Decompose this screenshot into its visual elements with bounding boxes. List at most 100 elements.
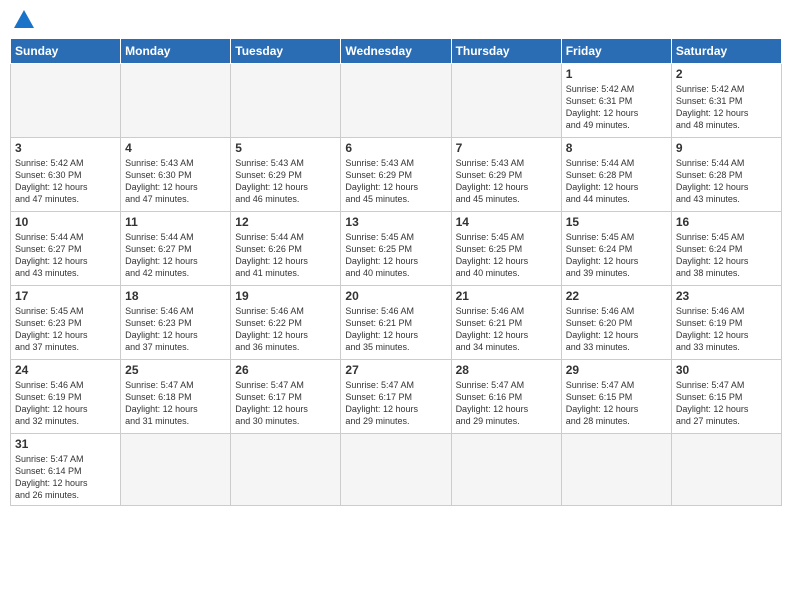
day-number: 13 — [345, 215, 446, 229]
day-number: 7 — [456, 141, 557, 155]
col-header-sunday: Sunday — [11, 39, 121, 64]
day-info: Sunrise: 5:44 AM Sunset: 6:26 PM Dayligh… — [235, 231, 336, 280]
calendar-cell: 19Sunrise: 5:46 AM Sunset: 6:22 PM Dayli… — [231, 286, 341, 360]
day-info: Sunrise: 5:45 AM Sunset: 6:24 PM Dayligh… — [676, 231, 777, 280]
day-number: 21 — [456, 289, 557, 303]
day-info: Sunrise: 5:47 AM Sunset: 6:15 PM Dayligh… — [566, 379, 667, 428]
calendar-cell: 20Sunrise: 5:46 AM Sunset: 6:21 PM Dayli… — [341, 286, 451, 360]
calendar-cell: 25 Sunrise: 5:47 AM Sunset: 6:18 PM Dayli… — [121, 360, 231, 434]
calendar-table: SundayMondayTuesdayWednesdayThursdayFrid… — [10, 38, 782, 506]
logo — [10, 10, 34, 30]
calendar-cell — [231, 64, 341, 138]
calendar-cell: 4 Sunrise: 5:43 AM Sunset: 6:30 PM Daylig… — [121, 138, 231, 212]
calendar-cell: 9Sunrise: 5:44 AM Sunset: 6:28 PM Daylig… — [671, 138, 781, 212]
day-number: 28 — [456, 363, 557, 377]
day-info: Sunrise: 5:43 AM Sunset: 6:29 PM Dayligh… — [235, 157, 336, 206]
calendar-cell — [671, 434, 781, 506]
day-number: 2 — [676, 67, 777, 81]
day-number: 8 — [566, 141, 667, 155]
day-info: Sunrise: 5:46 AM Sunset: 6:21 PM Dayligh… — [456, 305, 557, 354]
day-info: Sunrise: 5:45 AM Sunset: 6:25 PM Dayligh… — [345, 231, 446, 280]
col-header-monday: Monday — [121, 39, 231, 64]
day-info: Sunrise: 5:47 AM Sunset: 6:15 PM Dayligh… — [676, 379, 777, 428]
calendar-cell: 6Sunrise: 5:43 AM Sunset: 6:29 PM Daylig… — [341, 138, 451, 212]
day-info: Sunrise: 5:44 AM Sunset: 6:27 PM Dayligh… — [125, 231, 226, 280]
calendar-cell — [11, 64, 121, 138]
day-number: 10 — [15, 215, 116, 229]
calendar-cell: 23 Sunrise: 5:46 AM Sunset: 6:19 PM Dayli… — [671, 286, 781, 360]
col-header-tuesday: Tuesday — [231, 39, 341, 64]
day-number: 19 — [235, 289, 336, 303]
calendar-cell: 18Sunrise: 5:46 AM Sunset: 6:23 PM Dayli… — [121, 286, 231, 360]
day-number: 29 — [566, 363, 667, 377]
calendar-cell — [341, 64, 451, 138]
day-info: Sunrise: 5:45 AM Sunset: 6:25 PM Dayligh… — [456, 231, 557, 280]
day-info: Sunrise: 5:47 AM Sunset: 6:17 PM Dayligh… — [235, 379, 336, 428]
calendar-cell: 24 Sunrise: 5:46 AM Sunset: 6:19 PM Dayli… — [11, 360, 121, 434]
day-number: 25 — [125, 363, 226, 377]
calendar-cell: 5 Sunrise: 5:43 AM Sunset: 6:29 PM Daylig… — [231, 138, 341, 212]
calendar-cell: 31Sunrise: 5:47 AM Sunset: 6:14 PM Dayli… — [11, 434, 121, 506]
calendar-cell: 27 Sunrise: 5:47 AM Sunset: 6:17 PM Dayli… — [341, 360, 451, 434]
page-header — [10, 10, 782, 30]
col-header-wednesday: Wednesday — [341, 39, 451, 64]
day-info: Sunrise: 5:47 AM Sunset: 6:17 PM Dayligh… — [345, 379, 446, 428]
day-info: Sunrise: 5:46 AM Sunset: 6:20 PM Dayligh… — [566, 305, 667, 354]
day-info: Sunrise: 5:45 AM Sunset: 6:23 PM Dayligh… — [15, 305, 116, 354]
day-number: 1 — [566, 67, 667, 81]
calendar-cell: 26 Sunrise: 5:47 AM Sunset: 6:17 PM Dayli… — [231, 360, 341, 434]
day-number: 5 — [235, 141, 336, 155]
day-number: 20 — [345, 289, 446, 303]
day-info: Sunrise: 5:45 AM Sunset: 6:24 PM Dayligh… — [566, 231, 667, 280]
calendar-cell: 1 Sunrise: 5:42 AM Sunset: 6:31 PM Daylig… — [561, 64, 671, 138]
calendar-cell: 21 Sunrise: 5:46 AM Sunset: 6:21 PM Dayli… — [451, 286, 561, 360]
day-number: 26 — [235, 363, 336, 377]
col-header-saturday: Saturday — [671, 39, 781, 64]
calendar-cell — [231, 434, 341, 506]
calendar-cell: 28 Sunrise: 5:47 AM Sunset: 6:16 PM Dayli… — [451, 360, 561, 434]
day-info: Sunrise: 5:42 AM Sunset: 6:31 PM Dayligh… — [676, 83, 777, 132]
calendar-cell: 2 Sunrise: 5:42 AM Sunset: 6:31 PM Daylig… — [671, 64, 781, 138]
calendar-cell: 17 Sunrise: 5:45 AM Sunset: 6:23 PM Dayli… — [11, 286, 121, 360]
day-number: 22 — [566, 289, 667, 303]
day-number: 24 — [15, 363, 116, 377]
day-number: 23 — [676, 289, 777, 303]
day-info: Sunrise: 5:42 AM Sunset: 6:31 PM Dayligh… — [566, 83, 667, 132]
day-number: 16 — [676, 215, 777, 229]
day-info: Sunrise: 5:42 AM Sunset: 6:30 PM Dayligh… — [15, 157, 116, 206]
day-info: Sunrise: 5:47 AM Sunset: 6:18 PM Dayligh… — [125, 379, 226, 428]
calendar-cell: 22 Sunrise: 5:46 AM Sunset: 6:20 PM Dayli… — [561, 286, 671, 360]
day-number: 3 — [15, 141, 116, 155]
day-info: Sunrise: 5:47 AM Sunset: 6:16 PM Dayligh… — [456, 379, 557, 428]
day-info: Sunrise: 5:46 AM Sunset: 6:19 PM Dayligh… — [15, 379, 116, 428]
calendar-cell — [121, 64, 231, 138]
day-info: Sunrise: 5:46 AM Sunset: 6:19 PM Dayligh… — [676, 305, 777, 354]
col-header-friday: Friday — [561, 39, 671, 64]
day-number: 6 — [345, 141, 446, 155]
day-number: 14 — [456, 215, 557, 229]
day-number: 15 — [566, 215, 667, 229]
calendar-cell: 15 Sunrise: 5:45 AM Sunset: 6:24 PM Dayli… — [561, 212, 671, 286]
day-number: 31 — [15, 437, 116, 451]
day-info: Sunrise: 5:46 AM Sunset: 6:23 PM Dayligh… — [125, 305, 226, 354]
day-info: Sunrise: 5:44 AM Sunset: 6:28 PM Dayligh… — [676, 157, 777, 206]
day-info: Sunrise: 5:44 AM Sunset: 6:27 PM Dayligh… — [15, 231, 116, 280]
calendar-cell: 7 Sunrise: 5:43 AM Sunset: 6:29 PM Daylig… — [451, 138, 561, 212]
calendar-cell: 10 Sunrise: 5:44 AM Sunset: 6:27 PM Dayli… — [11, 212, 121, 286]
calendar-cell: 3 Sunrise: 5:42 AM Sunset: 6:30 PM Daylig… — [11, 138, 121, 212]
calendar-cell — [341, 434, 451, 506]
day-number: 17 — [15, 289, 116, 303]
day-number: 27 — [345, 363, 446, 377]
calendar-cell: 12 Sunrise: 5:44 AM Sunset: 6:26 PM Dayli… — [231, 212, 341, 286]
day-info: Sunrise: 5:43 AM Sunset: 6:29 PM Dayligh… — [456, 157, 557, 206]
calendar-cell: 8 Sunrise: 5:44 AM Sunset: 6:28 PM Daylig… — [561, 138, 671, 212]
calendar-cell: 14 Sunrise: 5:45 AM Sunset: 6:25 PM Dayli… — [451, 212, 561, 286]
day-number: 12 — [235, 215, 336, 229]
day-number: 11 — [125, 215, 226, 229]
calendar-cell: 30Sunrise: 5:47 AM Sunset: 6:15 PM Dayli… — [671, 360, 781, 434]
day-number: 4 — [125, 141, 226, 155]
day-info: Sunrise: 5:44 AM Sunset: 6:28 PM Dayligh… — [566, 157, 667, 206]
day-info: Sunrise: 5:43 AM Sunset: 6:30 PM Dayligh… — [125, 157, 226, 206]
col-header-thursday: Thursday — [451, 39, 561, 64]
calendar-cell — [561, 434, 671, 506]
